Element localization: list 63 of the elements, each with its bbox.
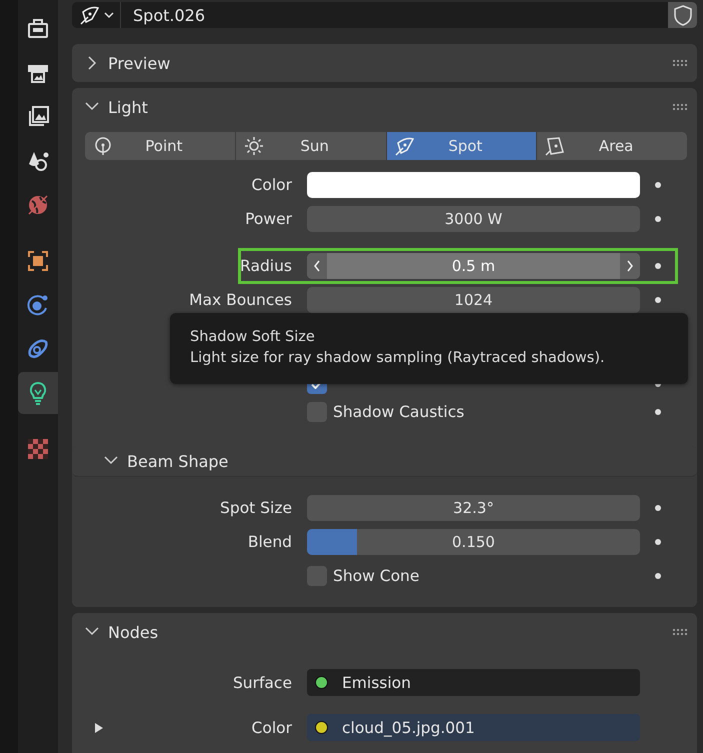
number-field[interactable]: 1024 [307, 287, 640, 313]
keyframe-dot[interactable] [655, 297, 661, 303]
keyframe-dot[interactable] [655, 505, 661, 511]
expand-triangle-icon[interactable] [94, 722, 104, 732]
drag-handle-icon[interactable] [673, 60, 689, 66]
keyframe-dot[interactable] [655, 409, 661, 415]
image-icon [26, 105, 50, 129]
link-icon [26, 337, 50, 361]
property-label: Radius [239, 257, 293, 275]
panel-header[interactable]: Nodes [72, 613, 697, 651]
property-label: Color [250, 176, 293, 194]
panel-title: Preview [108, 54, 172, 72]
drag-handle-icon[interactable] [673, 104, 689, 110]
panel-title: Light [108, 98, 149, 116]
property-label: Spot Size [219, 499, 293, 517]
checkbox-label: Show Cone [333, 567, 420, 585]
pin-icon [93, 136, 113, 156]
sun-icon [244, 136, 264, 156]
panel-title: Beam Shape [127, 452, 230, 470]
drag-handle-icon[interactable] [673, 629, 689, 635]
node-link-field[interactable]: Emission [307, 669, 640, 696]
arrow-right-icon[interactable] [620, 253, 640, 279]
spotlight-icon [80, 5, 100, 25]
number-field[interactable]: 32.3° [307, 495, 640, 521]
light-type-tab[interactable]: Point [85, 132, 235, 160]
checker-icon [26, 437, 50, 461]
node-link-field[interactable]: cloud_05.jpg.001 [307, 714, 640, 741]
property-label: Max Bounces [188, 291, 293, 309]
keyframe-dot[interactable] [655, 573, 661, 579]
number-field[interactable]: 0.5 m [307, 253, 640, 279]
shield-icon [674, 4, 692, 26]
tooltip-description: Light size for ray shadow sampling (Raytraced shadows). [190, 349, 606, 368]
slider-field[interactable]: 0.150 [307, 529, 640, 555]
light-type-tab[interactable]: Area [537, 132, 687, 160]
property-label: Surface [232, 674, 292, 692]
toolbox-icon [26, 17, 50, 41]
properties-tab[interactable] [18, 372, 58, 414]
checkbox[interactable] [307, 402, 327, 422]
keyframe-dot[interactable] [655, 216, 661, 222]
arrow-left-icon[interactable] [307, 253, 327, 279]
panel-header[interactable]: Preview [72, 44, 697, 82]
area-light-icon [545, 136, 566, 156]
property-label: Power [244, 210, 293, 228]
panel-title: Nodes [108, 622, 160, 642]
checkbox[interactable] [307, 566, 327, 586]
keyframe-dot[interactable] [655, 539, 661, 545]
color-swatch[interactable] [307, 172, 640, 198]
keyframe-dot[interactable] [655, 182, 661, 188]
chevron-down-icon [104, 11, 114, 19]
keyframe-dot[interactable] [655, 263, 661, 269]
fake-user-button[interactable] [668, 2, 697, 28]
checkbox-label: Shadow Caustics [333, 403, 464, 421]
spotlight-icon [394, 136, 414, 156]
property-label: Blend [246, 533, 293, 551]
number-field[interactable]: 3000 W [307, 206, 640, 232]
panel-header[interactable]: Light [72, 88, 697, 126]
light-type-tab[interactable]: Spot [386, 132, 536, 160]
globe-icon [26, 193, 50, 217]
light-type-tab[interactable]: Sun [236, 132, 386, 160]
orbit-icon [26, 293, 50, 317]
property-label: Color [252, 718, 292, 736]
tooltip-title: Shadow Soft Size [190, 328, 316, 347]
square-icon [26, 249, 50, 273]
